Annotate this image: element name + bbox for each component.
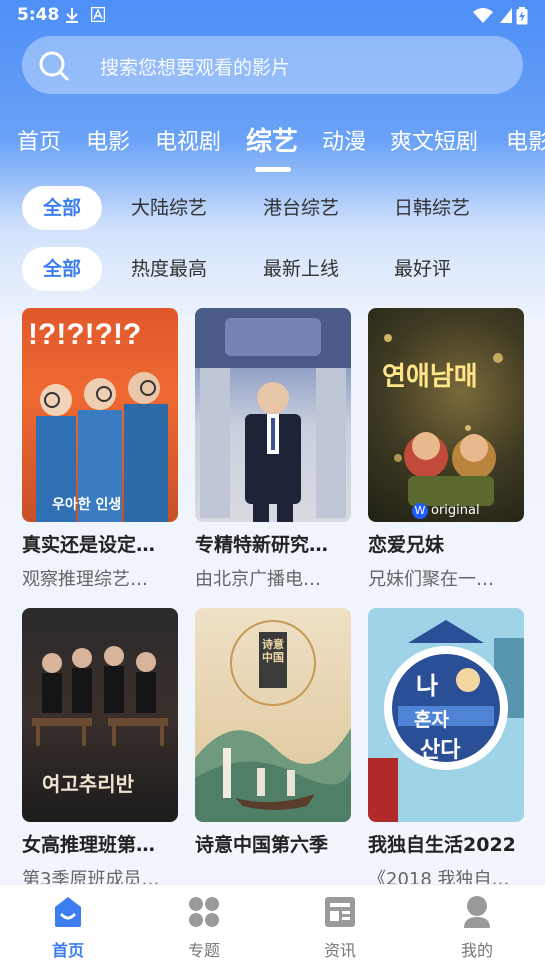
tab-short-drama[interactable]: 爽文短剧 <box>390 124 478 156</box>
bottom-navigation: 首页 专题 资讯 我的 <box>0 884 545 970</box>
active-tab-indicator <box>255 167 291 172</box>
tab-variety[interactable]: 综艺 <box>246 121 298 158</box>
nav-news-label: 资讯 <box>323 941 356 960</box>
battery-icon <box>516 7 528 25</box>
poster-image: 나 혼자 산다 <box>368 608 524 822</box>
filter-sort-all[interactable]: 全部 <box>22 247 102 291</box>
card-title: 女高推理班第… <box>22 834 156 856</box>
filter-mainland[interactable]: 大陆综艺 <box>131 186 207 230</box>
poster-title-text: 연애남매 <box>382 362 478 392</box>
home-icon <box>55 897 81 927</box>
card-subtitle: 观察推理综艺… <box>22 569 148 590</box>
grid-icon <box>189 897 219 927</box>
card-title: 诗意中国第六季 <box>195 834 329 856</box>
media-card[interactable]: 专精特新研究… 由北京广播电… <box>195 308 351 591</box>
filter-region-all[interactable]: 全部 <box>22 186 102 230</box>
status-bar: 5:48 <box>0 0 545 30</box>
filter-best-rated[interactable]: 最好评 <box>394 247 451 291</box>
original-badge: Woriginal <box>412 503 480 519</box>
tab-home[interactable]: 首页 <box>17 124 61 156</box>
tab-movie[interactable]: 电影 <box>86 124 130 156</box>
profile-icon <box>464 896 490 928</box>
wifi-icon <box>473 8 493 23</box>
poster-title-text: 나 <box>416 672 439 700</box>
poster-title-text: 여고추리반 <box>42 772 134 796</box>
nav-home[interactable]: 首页 <box>28 895 108 961</box>
poster-title-text: 诗意中国 <box>262 638 284 664</box>
poster-image: !?!?!?!? 우아한 인생 <box>22 308 178 522</box>
card-title: 真实还是设定… <box>22 534 156 556</box>
filter-hk-tw[interactable]: 港台综艺 <box>263 186 339 230</box>
search-icon <box>39 51 69 81</box>
media-card[interactable]: 诗意中国 诗意中国第六季 <box>195 608 351 865</box>
status-time: 5:48 <box>17 5 60 25</box>
card-title: 恋爱兄妹 <box>368 534 445 556</box>
poster-title-text: 산다 <box>420 738 461 763</box>
filter-jp-kr[interactable]: 日韩综艺 <box>394 186 470 230</box>
nav-topics[interactable]: 专题 <box>164 895 244 961</box>
nav-profile-label: 我的 <box>460 941 493 960</box>
sort-filter-row: 全部 热度最高 最新上线 最好评 <box>0 247 545 291</box>
tab-movie-more[interactable]: 电影 <box>506 124 545 156</box>
poster-image <box>195 308 351 522</box>
poster-title-text: 우아한 인생 <box>52 497 122 513</box>
filter-newest[interactable]: 最新上线 <box>263 247 339 291</box>
wavve-logo-icon: W <box>412 503 428 519</box>
svg-text:!?!?!?!?: !?!?!?!? <box>28 318 141 351</box>
filter-hottest[interactable]: 热度最高 <box>131 247 207 291</box>
region-filter-row: 全部 大陆综艺 港台综艺 日韩综艺 <box>0 186 545 230</box>
nav-news[interactable]: 资讯 <box>300 895 380 961</box>
news-icon <box>325 897 355 927</box>
nav-home-label: 首页 <box>51 941 84 960</box>
card-title: 我独自生活2022 <box>368 834 516 856</box>
nav-topics-label: 专题 <box>187 941 220 960</box>
nav-profile[interactable]: 我的 <box>437 895 517 961</box>
download-icon <box>66 8 78 23</box>
media-card[interactable]: 여고추리반 女高推理班第… 第3季原班成员… <box>22 608 178 891</box>
tab-tv-series[interactable]: 电视剧 <box>155 124 221 156</box>
card-subtitle: 兄妹们聚在一… <box>368 569 494 590</box>
category-tabs: 首页 电影 电视剧 综艺 动漫 爽文短剧 电影 <box>0 112 545 172</box>
signal-icon <box>500 8 512 23</box>
poster-title-text: 혼자 <box>414 709 449 731</box>
poster-image: 연애남매 Woriginal <box>368 308 524 522</box>
card-subtitle: 由北京广播电… <box>195 569 321 590</box>
card-title: 专精特新研究… <box>195 534 329 556</box>
media-card[interactable]: 나 혼자 산다 我独自生活2022 《2018 我独自… <box>368 608 524 891</box>
media-card[interactable]: !?!?!?!? 우아한 인생 真实还是设定… 观察推理综艺… <box>22 308 178 591</box>
app-notification-icon <box>91 7 105 22</box>
tab-anime[interactable]: 动漫 <box>322 124 366 156</box>
search-bar[interactable]: 搜索您想要观看的影片 <box>22 36 523 94</box>
poster-image: 여고추리반 <box>22 608 178 822</box>
search-input[interactable]: 搜索您想要观看的影片 <box>100 53 290 80</box>
media-card[interactable]: 연애남매 Woriginal 恋爱兄妹 兄妹们聚在一… <box>368 308 524 591</box>
poster-image: 诗意中国 <box>195 608 351 822</box>
